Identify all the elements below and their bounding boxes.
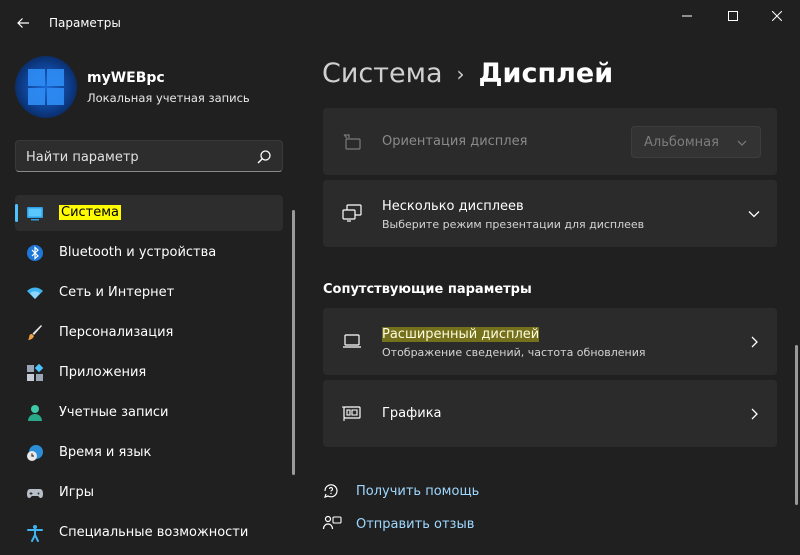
send-feedback-label: Отправить отзыв bbox=[356, 516, 475, 532]
help-icon bbox=[324, 484, 338, 498]
chevron-down-icon bbox=[737, 140, 747, 146]
maximize-icon bbox=[728, 11, 738, 21]
wifi-icon bbox=[27, 287, 43, 299]
account-type: Локальная учетная запись bbox=[87, 91, 250, 105]
system-display-icon bbox=[27, 207, 43, 221]
user-name: myWEBpc bbox=[87, 70, 165, 86]
graphics-title: Графика bbox=[382, 406, 442, 421]
sidebar-item-label: Приложения bbox=[59, 365, 147, 380]
chevron-down-icon[interactable] bbox=[747, 207, 761, 221]
multiple-displays-title: Несколько дисплеев bbox=[382, 199, 524, 214]
sidebar-item-label: Специальные возможности bbox=[59, 525, 249, 540]
advanced-display-subtitle: Отображение сведений, частота обновления bbox=[382, 346, 646, 359]
person-icon bbox=[28, 405, 42, 421]
orientation-value: Альбомная bbox=[644, 135, 719, 150]
sidebar-item-system[interactable]: Система bbox=[15, 195, 283, 231]
brush-icon bbox=[28, 325, 42, 340]
orientation-dropdown[interactable]: Альбомная bbox=[631, 126, 761, 158]
back-button[interactable] bbox=[8, 8, 38, 38]
sidebar-item-bluetooth[interactable]: Bluetooth и устройства bbox=[15, 235, 283, 271]
laptop-icon bbox=[343, 334, 361, 348]
sidebar-item-label: Сеть и Интернет bbox=[59, 285, 175, 300]
multiple-displays-subtitle: Выберите режим презентации для дисплеев bbox=[382, 218, 645, 231]
sidebar-item-accessibility[interactable]: Специальные возможности bbox=[15, 515, 283, 551]
close-icon bbox=[772, 11, 782, 21]
globe-clock-icon bbox=[27, 445, 43, 461]
windows-logo-icon bbox=[28, 69, 64, 105]
sidebar-item-label: Персонализация bbox=[59, 325, 174, 340]
sidebar-item-apps[interactable]: Приложения bbox=[15, 355, 283, 391]
advanced-display-card[interactable]: Расширенный дисплей Отображение сведений… bbox=[323, 308, 777, 375]
close-button[interactable] bbox=[754, 0, 800, 32]
graphics-card[interactable]: Графика bbox=[323, 380, 777, 447]
sidebar-item-personalization[interactable]: Персонализация bbox=[15, 315, 283, 351]
sidebar-item-gaming[interactable]: Игры bbox=[15, 475, 283, 511]
sidebar-scrollbar[interactable] bbox=[292, 210, 295, 475]
sidebar-item-label: Учетные записи bbox=[59, 405, 169, 420]
minimize-button[interactable] bbox=[664, 0, 710, 32]
search-box[interactable] bbox=[15, 140, 283, 172]
sidebar-item-time-language[interactable]: Время и язык bbox=[15, 435, 283, 471]
sidebar-item-label: Игры bbox=[59, 485, 95, 500]
orientation-title: Ориентация дисплея bbox=[382, 134, 528, 149]
sidebar-item-label: Bluetooth и устройства bbox=[59, 245, 217, 260]
arrow-left-icon bbox=[17, 18, 29, 28]
feedback-icon bbox=[322, 515, 342, 530]
screen-rotation-icon bbox=[343, 134, 361, 150]
get-help-link[interactable]: Получить помощь bbox=[322, 481, 479, 501]
multiple-displays-card[interactable]: Несколько дисплеев Выберите режим презен… bbox=[323, 180, 777, 247]
apps-icon bbox=[27, 364, 44, 381]
sidebar-item-accounts[interactable]: Учетные записи bbox=[15, 395, 283, 431]
sidebar-item-label: Время и язык bbox=[59, 445, 152, 460]
minimize-icon bbox=[682, 15, 692, 17]
active-indicator bbox=[15, 204, 18, 222]
send-feedback-link[interactable]: Отправить отзыв bbox=[322, 514, 474, 534]
content-scrollbar[interactable] bbox=[795, 345, 798, 505]
graphics-card-icon bbox=[342, 406, 361, 421]
avatar[interactable] bbox=[15, 56, 77, 118]
accessibility-icon bbox=[27, 525, 43, 542]
chevron-right-icon bbox=[751, 408, 758, 420]
advanced-display-title: Расширенный дисплей bbox=[382, 327, 540, 342]
orientation-card: Ориентация дисплея Альбомная bbox=[323, 108, 777, 175]
search-input[interactable] bbox=[26, 147, 246, 167]
related-settings-heading: Сопутствующие параметры bbox=[323, 282, 532, 297]
sidebar-item-network[interactable]: Сеть и Интернет bbox=[15, 275, 283, 311]
breadcrumb-separator: › bbox=[456, 61, 465, 86]
window-title: Параметры bbox=[49, 16, 121, 30]
page-title: Дисплей bbox=[478, 58, 614, 89]
search-icon[interactable] bbox=[256, 149, 272, 165]
breadcrumb: Система › Дисплей bbox=[322, 58, 613, 89]
bluetooth-icon bbox=[27, 245, 43, 261]
sidebar-item-label: Система bbox=[59, 205, 122, 220]
multiple-displays-icon bbox=[342, 204, 362, 222]
chevron-right-icon bbox=[751, 336, 758, 348]
breadcrumb-parent[interactable]: Система bbox=[322, 58, 443, 89]
gamepad-icon bbox=[27, 489, 43, 498]
get-help-label: Получить помощь bbox=[356, 483, 480, 499]
maximize-button[interactable] bbox=[710, 0, 756, 32]
